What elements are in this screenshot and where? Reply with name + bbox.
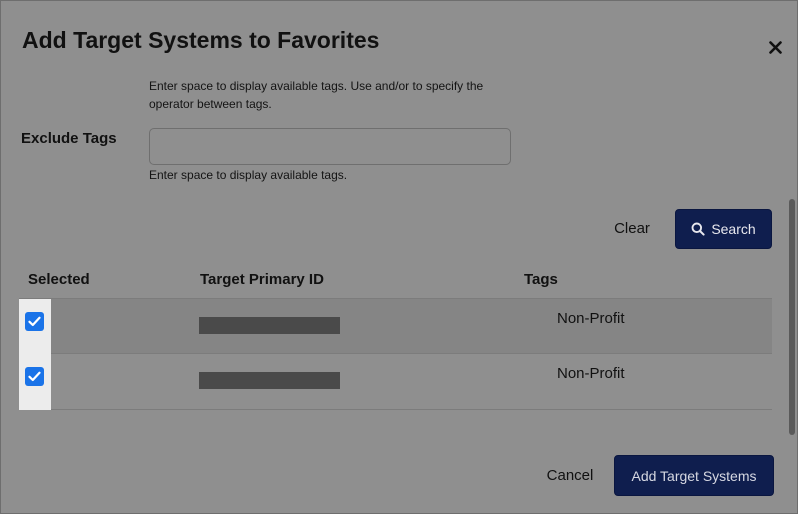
add-favorites-dialog: Add Target Systems to Favorites Enter sp… [0,0,798,514]
close-button[interactable] [765,37,785,57]
checkmark-icon [28,316,41,327]
include-tags-help: Enter space to display available tags. U… [149,79,484,111]
table-row[interactable]: Non-Profit [19,298,772,355]
checkmark-icon [28,371,41,382]
scrollbar[interactable] [789,199,795,435]
dialog-title: Add Target Systems to Favorites [22,27,380,53]
clear-button[interactable]: Clear [604,217,660,239]
row-tags: Non-Profit [557,365,625,382]
row-checkbox[interactable] [25,312,44,331]
add-target-systems-button[interactable]: Add Target Systems [614,455,774,496]
search-icon [691,222,705,236]
table-row[interactable]: Non-Profit [19,354,772,410]
row-checkbox[interactable] [25,367,44,386]
redacted-target-id [199,372,340,389]
select-cell [19,354,51,410]
redacted-target-id [199,317,340,334]
exclude-tags-input[interactable] [149,128,511,165]
search-button[interactable]: Search [675,209,772,249]
search-button-label: Search [711,221,756,237]
column-header-tags: Tags [524,271,558,288]
exclude-tags-label: Exclude Tags [21,130,117,147]
cancel-button[interactable]: Cancel [541,465,599,485]
close-icon [768,40,782,54]
column-header-selected: Selected [28,271,90,288]
select-cell [19,299,51,355]
row-tags: Non-Profit [557,310,625,327]
column-header-target-primary-id: Target Primary ID [200,271,324,288]
exclude-tags-help: Enter space to display available tags. [149,168,348,182]
